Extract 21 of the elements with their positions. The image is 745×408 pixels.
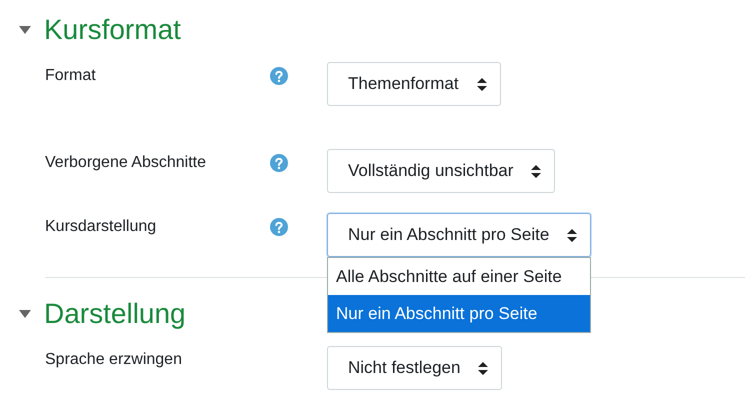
select-dropdown[interactable]: Nur ein Abschnitt pro Seite	[327, 213, 592, 257]
collapse-icon[interactable]	[18, 25, 32, 35]
select-dropdown[interactable]: Nicht festlegen	[327, 346, 502, 390]
field-label: Verborgene Abschnitte	[45, 153, 208, 173]
field-label: Kursdarstellung	[45, 217, 158, 237]
section-heading: Darstellung	[44, 298, 186, 330]
sort-arrows-icon	[476, 78, 487, 90]
sort-arrows-icon	[531, 164, 542, 178]
help-icon[interactable]	[270, 218, 288, 236]
field-label: Sprache erzwingen	[45, 350, 183, 370]
help-icon[interactable]	[270, 67, 288, 85]
help-icon[interactable]	[270, 154, 288, 172]
collapse-icon[interactable]	[18, 309, 32, 319]
select-dropdown[interactable]: Themenformat	[327, 62, 501, 106]
sort-arrows-icon	[567, 228, 578, 242]
select-dropdown[interactable]: Vollständig unsichtbar	[327, 149, 556, 193]
sort-arrows-icon	[478, 362, 488, 374]
dropdown-option[interactable]: Alle Abschnitte auf einer Seite	[328, 258, 590, 295]
section-heading: Kursformat	[44, 14, 181, 46]
field-label: Format	[45, 66, 97, 86]
dropdown-option[interactable]: Nur ein Abschnitt pro Seite	[328, 295, 590, 332]
